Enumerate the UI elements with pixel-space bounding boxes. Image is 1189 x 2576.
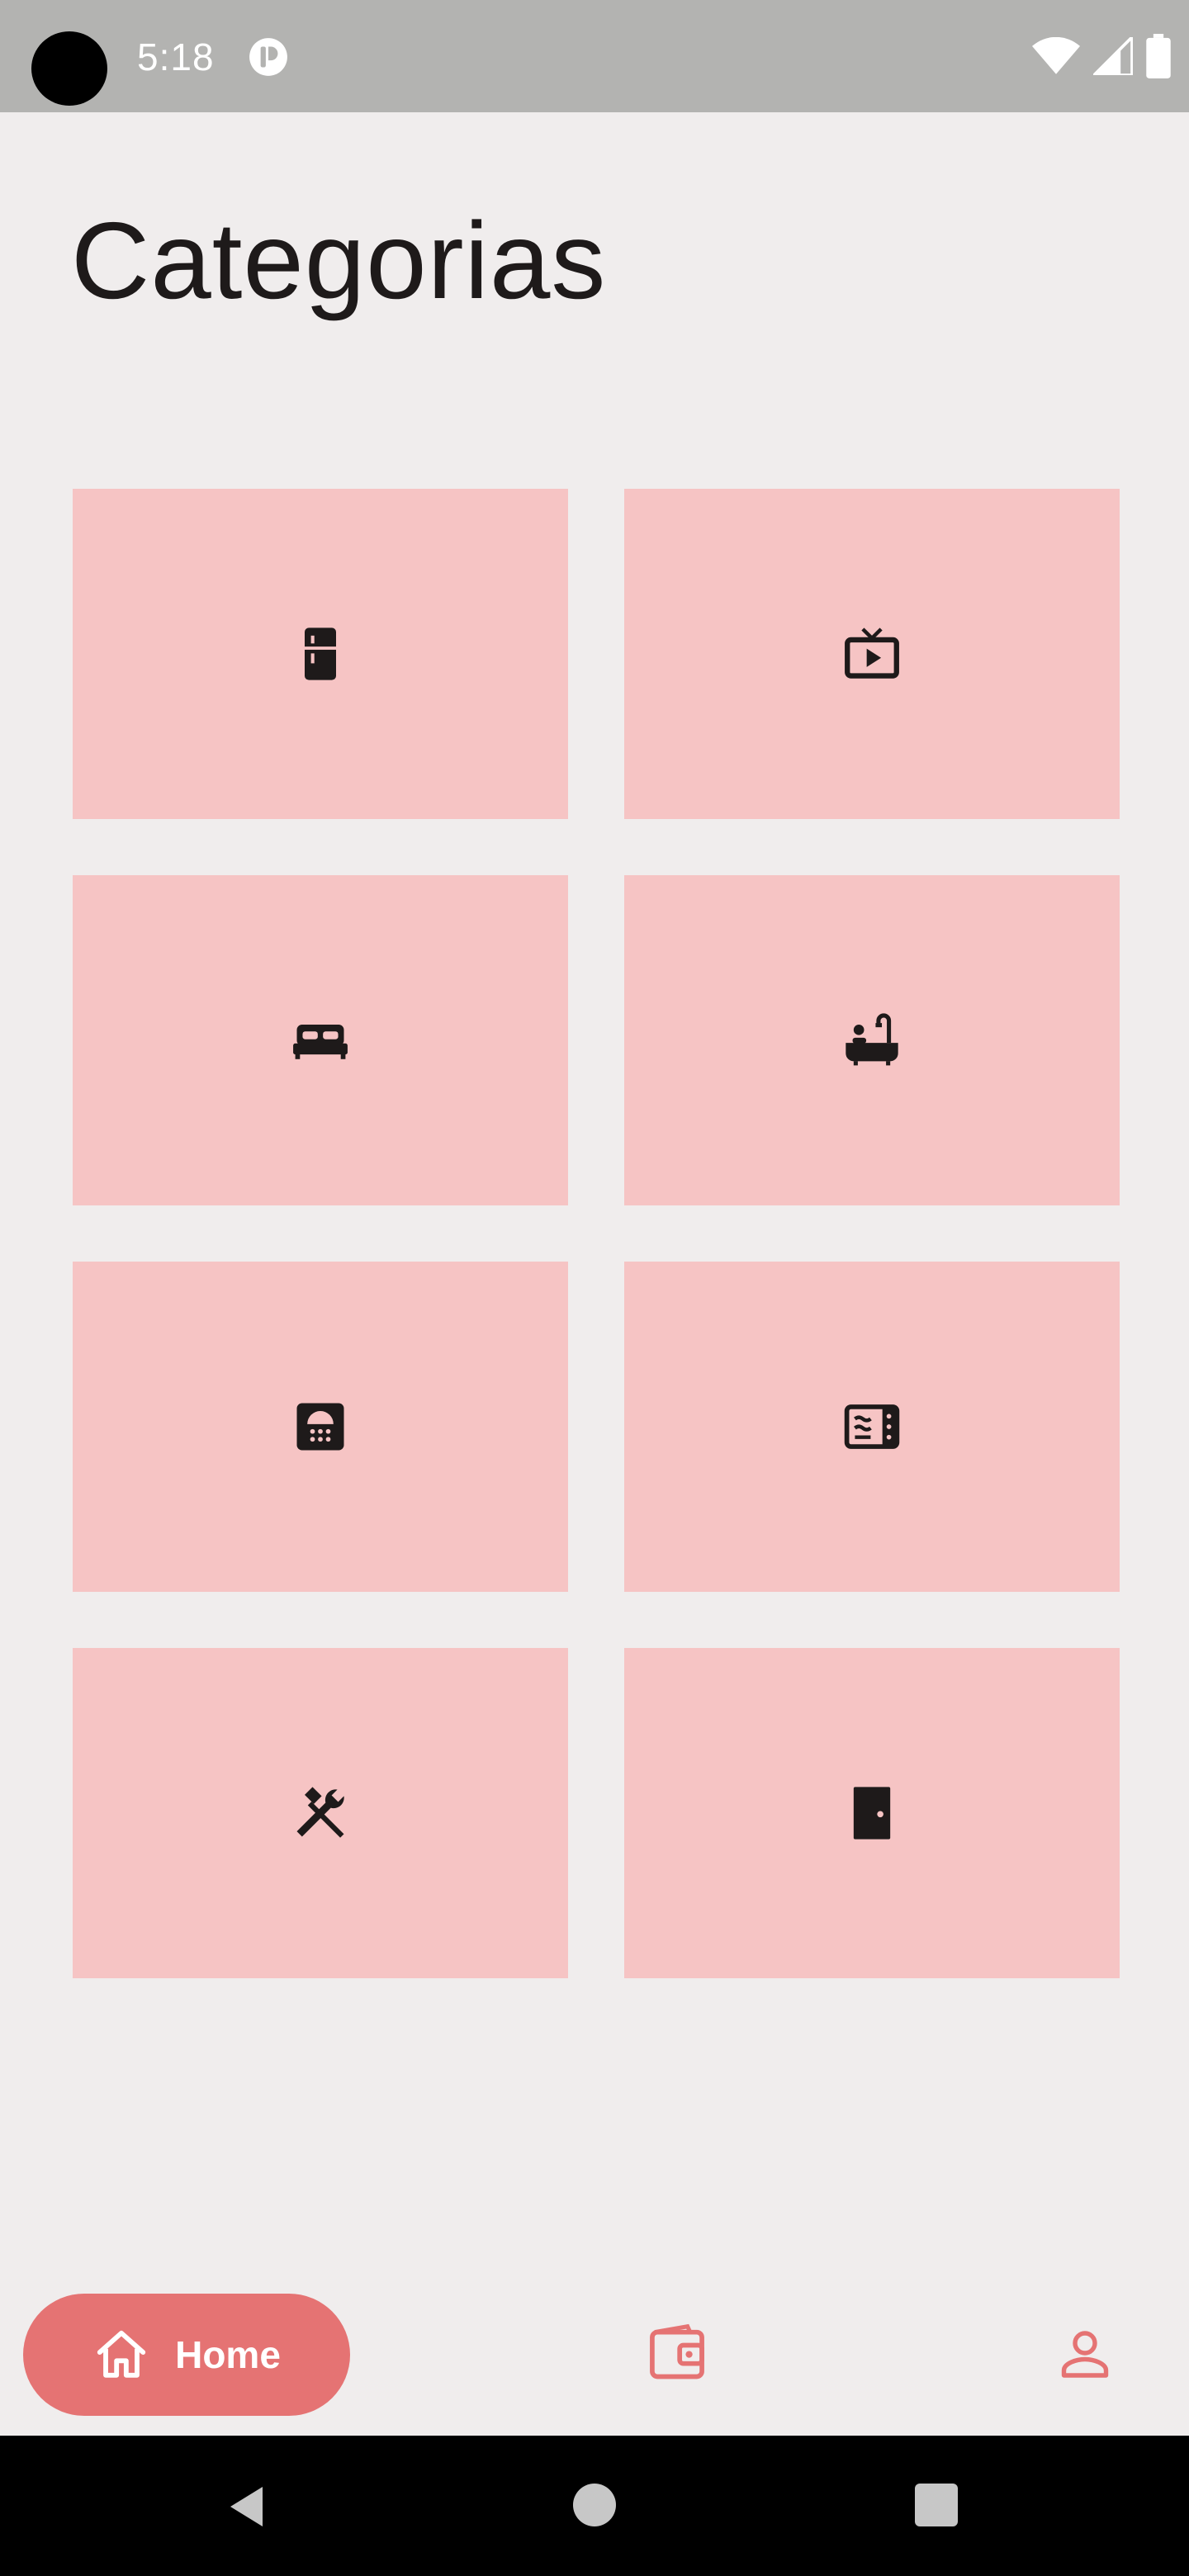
nav-home-button[interactable]: Home: [23, 2294, 350, 2416]
category-tile-tv[interactable]: [624, 489, 1120, 819]
recents-icon[interactable]: [915, 2484, 958, 2526]
category-tile-kitchen[interactable]: [624, 1262, 1120, 1592]
app-notification-icon: [249, 38, 287, 76]
category-tile-bathroom[interactable]: [624, 875, 1120, 1205]
battery-icon: [1146, 34, 1171, 78]
status-icons: [1032, 33, 1171, 79]
person-icon[interactable]: [1055, 2322, 1115, 2384]
bathtub-icon: [846, 1013, 898, 1066]
camera-cutout: [31, 31, 107, 106]
tools-icon: [296, 1787, 344, 1838]
refrigerator-icon: [305, 627, 336, 680]
bottom-navigation: Home: [0, 2262, 1189, 2436]
door-icon: [853, 1787, 891, 1840]
status-bar: 5:18: [0, 0, 1189, 112]
nav-home-label: Home: [175, 2333, 281, 2376]
status-time: 5:18: [137, 36, 215, 78]
category-tile-refrigerator[interactable]: [73, 489, 568, 819]
category-tile-shower[interactable]: [73, 1262, 568, 1592]
shower-icon: [296, 1403, 344, 1451]
bed-icon: [293, 1025, 348, 1059]
page-title: Categorias: [71, 200, 607, 321]
system-home-icon[interactable]: [573, 2484, 616, 2526]
wifi-icon: [1032, 37, 1080, 74]
back-icon[interactable]: [223, 2482, 272, 2531]
home-icon: [97, 2330, 146, 2378]
category-tile-bedroom[interactable]: [73, 875, 568, 1205]
category-tile-door[interactable]: [624, 1648, 1120, 1978]
signal-icon: [1093, 37, 1133, 75]
system-navigation-bar: [0, 2436, 1189, 2576]
tv-icon: [845, 627, 899, 679]
microwave-icon: [844, 1404, 900, 1449]
wallet-icon[interactable]: [646, 2322, 708, 2384]
category-tile-tools[interactable]: [73, 1648, 568, 1978]
